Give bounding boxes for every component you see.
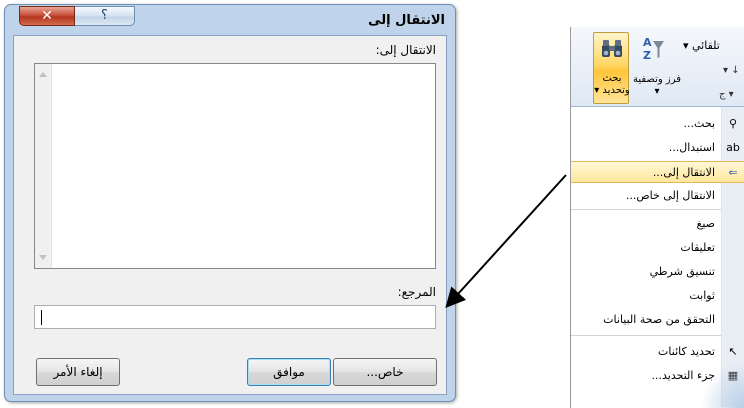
close-button[interactable]: ✕: [19, 6, 75, 26]
listbox-scrollbar[interactable]: [35, 64, 52, 268]
scroll-up-arrow-icon[interactable]: [39, 72, 47, 77]
cancel-button[interactable]: إلغاء الأمر: [36, 358, 120, 386]
clear-fragment[interactable]: ج ▾: [719, 89, 734, 100]
goto-arrow-icon: ⇐: [728, 166, 738, 179]
replace-icon: ab: [726, 141, 740, 154]
menu-separator: [571, 209, 721, 210]
help-button[interactable]: ؟: [75, 6, 135, 26]
binoculars-icon: [602, 40, 622, 57]
menu-item-goto[interactable]: ⇐ الانتقال إلى...: [571, 161, 744, 183]
menu-separator: [571, 335, 721, 336]
text-caret: [41, 310, 42, 325]
sort-filter-label: فرز وتصفية ▾: [632, 74, 682, 97]
find-select-button[interactable]: بحث وتحديد ▾: [593, 32, 630, 104]
sort-filter-icon[interactable]: A Z: [641, 35, 665, 63]
menu-item-find[interactable]: ⚲ بحث...: [571, 113, 744, 135]
menu-item-constants[interactable]: ثوابت: [571, 285, 744, 307]
ribbon-crop: تلقائي ▾ ▾ ↓ ج ▾ بحث وتحديد ▾ A Z فرز وت…: [570, 27, 744, 408]
goto-dialog: ✕ ؟ الانتقال إلى الانتقال إلى: المرجع: إ…: [4, 4, 456, 402]
binoculars-icon: ⚲: [728, 117, 738, 130]
menu-item-comments[interactable]: تعليقات: [571, 237, 744, 259]
ribbon-editing-group: تلقائي ▾ ▾ ↓ ج ▾ بحث وتحديد ▾ A Z فرز وت…: [571, 27, 744, 107]
dialog-body: الانتقال إلى: المرجع: إلغاء الأمر موافق …: [13, 35, 447, 395]
reference-input[interactable]: [34, 305, 436, 329]
menu-item-replace[interactable]: ab استبدال...: [571, 137, 744, 159]
autosum-label[interactable]: تلقائي ▾: [683, 39, 720, 52]
goto-listbox[interactable]: [34, 63, 436, 269]
menu-item-data-validation[interactable]: التحقق من صحة البيانات: [571, 309, 744, 331]
goto-label: الانتقال إلى:: [375, 43, 436, 57]
fill-fragment[interactable]: ▾ ↓: [723, 65, 740, 76]
close-icon: ✕: [41, 8, 53, 24]
find-select-label: بحث وتحديد ▾: [594, 73, 630, 96]
dialog-titlebar: ✕ ؟ الانتقال إلى: [5, 5, 455, 37]
svg-text:A: A: [643, 36, 652, 49]
menu-item-conditional-formatting[interactable]: تنسيق شرطي: [571, 261, 744, 283]
scroll-down-arrow-icon[interactable]: [39, 255, 47, 260]
special-button[interactable]: خاص...: [333, 358, 437, 386]
menu-item-goto-special[interactable]: الانتقال إلى خاص...: [571, 185, 744, 207]
decorative-glow: [700, 360, 744, 408]
dialog-title: الانتقال إلى: [368, 13, 445, 28]
svg-text:Z: Z: [643, 49, 651, 62]
reference-label: المرجع:: [397, 285, 436, 299]
menu-item-formulas[interactable]: صيغ: [571, 213, 744, 235]
help-icon: ؟: [101, 8, 108, 23]
select-objects-icon: ↖: [728, 345, 738, 358]
ok-button[interactable]: موافق: [247, 358, 331, 386]
